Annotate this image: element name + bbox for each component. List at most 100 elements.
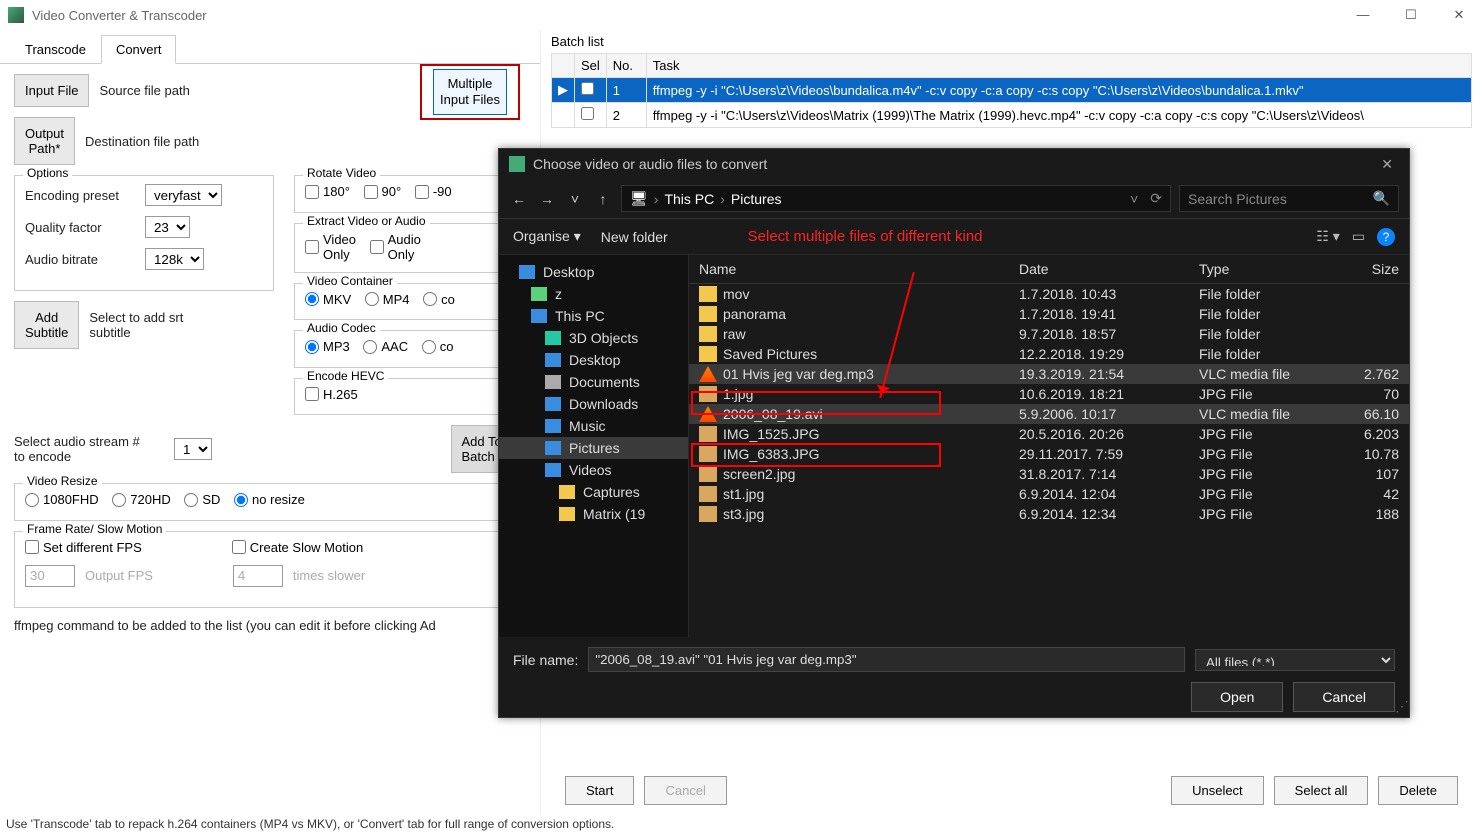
close-button[interactable]: ✕: [1444, 7, 1474, 23]
acodec-aac-radio[interactable]: AAC: [363, 339, 408, 354]
col-type[interactable]: Type: [1199, 261, 1339, 277]
nav-dropdown-icon[interactable]: ˅: [565, 191, 585, 207]
tree-item[interactable]: Desktop: [499, 349, 688, 371]
slow-input[interactable]: [233, 565, 283, 587]
input-file-button[interactable]: Input File: [14, 74, 89, 107]
file-row[interactable]: st1.jpg6.9.2014. 12:04JPG File42: [689, 484, 1409, 504]
batch-row[interactable]: 2ffmpeg -y -i "C:\Users\z\Videos\Matrix …: [552, 103, 1472, 128]
file-row[interactable]: panorama1.7.2018. 19:41File folder: [689, 304, 1409, 324]
search-icon: 🔍: [1373, 190, 1390, 207]
new-folder-button[interactable]: New folder: [601, 229, 668, 245]
col-date[interactable]: Date: [1019, 261, 1199, 277]
fps-input[interactable]: [25, 565, 75, 587]
file-row[interactable]: IMG_1525.JPG20.5.2016. 20:26JPG File6.20…: [689, 424, 1409, 444]
refresh-icon[interactable]: ⟳: [1150, 190, 1162, 207]
quality-select[interactable]: 23: [145, 216, 190, 238]
resize-none-radio[interactable]: no resize: [234, 492, 305, 507]
file-row[interactable]: 01 Hvis jeg var deg.mp319.3.2019. 21:54V…: [689, 364, 1409, 384]
file-row[interactable]: 2006_08_19.avi5.9.2006. 10:17VLC media f…: [689, 404, 1409, 424]
dialog-cancel-button[interactable]: Cancel: [1293, 682, 1395, 712]
container-mp4-radio[interactable]: MP4: [365, 292, 410, 307]
resize-grip-icon[interactable]: ⋰: [1395, 698, 1407, 715]
audio-bitrate-select[interactable]: 128k: [145, 248, 204, 270]
file-row[interactable]: st3.jpg6.9.2014. 12:34JPG File188: [689, 504, 1409, 524]
rotate-180-check[interactable]: 180°: [305, 184, 350, 199]
img-icon: [699, 386, 717, 402]
tree-item[interactable]: Captures: [499, 481, 688, 503]
bc-dropdown-icon[interactable]: ˅: [1130, 191, 1138, 207]
view-preview-icon[interactable]: ▭: [1352, 228, 1365, 246]
container-copy-radio[interactable]: co: [423, 292, 455, 307]
multiple-input-button[interactable]: Multiple Input Files: [433, 69, 507, 114]
maximize-button[interactable]: ☐: [1396, 7, 1426, 23]
file-row[interactable]: raw9.7.2018. 18:57File folder: [689, 324, 1409, 344]
filename-input[interactable]: [588, 647, 1185, 672]
audio-stream-select[interactable]: 1: [174, 438, 212, 460]
tree-item[interactable]: Matrix (19: [499, 503, 688, 525]
row-checkbox[interactable]: [581, 82, 594, 95]
file-row[interactable]: Saved Pictures12.2.2018. 19:29File folde…: [689, 344, 1409, 364]
start-button[interactable]: Start: [565, 776, 634, 805]
tree-item[interactable]: Music: [499, 415, 688, 437]
encoding-preset-select[interactable]: veryfast: [145, 184, 222, 206]
organise-menu[interactable]: Organise ▾: [513, 228, 581, 245]
cancel-button[interactable]: Cancel: [644, 776, 726, 805]
file-filter-select[interactable]: All files (*.*): [1195, 649, 1395, 671]
container-mkv-radio[interactable]: MKV: [305, 292, 351, 307]
delete-button[interactable]: Delete: [1378, 776, 1458, 805]
search-input[interactable]: Search Pictures 🔍: [1179, 185, 1399, 212]
file-row[interactable]: 1.jpg10.6.2019. 18:21JPG File70: [689, 384, 1409, 404]
folder-tree[interactable]: DesktopzThis PC3D ObjectsDesktopDocument…: [499, 255, 689, 637]
tree-item[interactable]: Downloads: [499, 393, 688, 415]
bc-pictures[interactable]: Pictures: [731, 191, 782, 207]
file-row[interactable]: screen2.jpg31.8.2017. 7:14JPG File107: [689, 464, 1409, 484]
tree-item[interactable]: Documents: [499, 371, 688, 393]
rotate-90-check[interactable]: 90°: [364, 184, 402, 199]
tab-convert[interactable]: Convert: [101, 35, 177, 64]
resize-720-radio[interactable]: 720HD: [112, 492, 170, 507]
img-icon: [699, 426, 717, 442]
view-list-icon[interactable]: ☷ ▾: [1316, 228, 1339, 246]
add-subtitle-button[interactable]: Add Subtitle: [14, 301, 79, 349]
file-row[interactable]: IMG_6383.JPG29.11.2017. 7:59JPG File10.7…: [689, 444, 1409, 464]
resize-sd-radio[interactable]: SD: [184, 492, 220, 507]
col-name[interactable]: Name: [699, 261, 1019, 277]
video-only-check[interactable]: Video Only: [305, 232, 356, 262]
pc-icon: [531, 309, 547, 323]
minimize-button[interactable]: —: [1348, 7, 1378, 23]
acodec-copy-radio[interactable]: co: [422, 339, 454, 354]
folder-icon: [699, 286, 717, 302]
tab-transcode[interactable]: Transcode: [10, 35, 101, 64]
tree-item[interactable]: z: [499, 283, 688, 305]
breadcrumb[interactable]: 🖥› This PC› Pictures ˅ ⟳: [621, 185, 1171, 212]
tree-item[interactable]: This PC: [499, 305, 688, 327]
file-row[interactable]: mov1.7.2018. 10:43File folder: [689, 284, 1409, 304]
dialog-close-button[interactable]: ✕: [1375, 156, 1399, 173]
tree-item[interactable]: Pictures: [499, 437, 688, 459]
col-size[interactable]: Size: [1339, 261, 1399, 277]
open-button[interactable]: Open: [1191, 682, 1283, 712]
rotate-m90-check[interactable]: -90: [415, 184, 452, 199]
acodec-group: Audio Codec MP3 AAC co: [294, 330, 526, 368]
batch-row[interactable]: ▶1ffmpeg -y -i "C:\Users\z\Videos\bundal…: [552, 78, 1472, 103]
nav-up-icon[interactable]: ↑: [593, 191, 613, 207]
select-all-button[interactable]: Select all: [1274, 776, 1369, 805]
unselect-button[interactable]: Unselect: [1171, 776, 1264, 805]
set-fps-check[interactable]: Set different FPS: [25, 540, 142, 555]
tree-item[interactable]: Desktop: [499, 261, 688, 283]
h265-check[interactable]: H.265: [305, 387, 358, 402]
help-icon[interactable]: ?: [1377, 228, 1395, 246]
row-checkbox[interactable]: [581, 107, 594, 120]
output-path-button[interactable]: Output Path*: [14, 117, 75, 165]
audio-only-check[interactable]: Audio Only: [370, 232, 421, 262]
bc-this-pc[interactable]: This PC: [664, 191, 714, 207]
nav-back-icon[interactable]: ←: [509, 191, 529, 207]
tree-item[interactable]: 3D Objects: [499, 327, 688, 349]
create-slow-check[interactable]: Create Slow Motion: [232, 540, 363, 555]
acodec-mp3-radio[interactable]: MP3: [305, 339, 350, 354]
resize-1080-radio[interactable]: 1080FHD: [25, 492, 99, 507]
tree-item[interactable]: Videos: [499, 459, 688, 481]
nav-fwd-icon[interactable]: →: [537, 191, 557, 207]
annotation-text: Select multiple files of different kind: [748, 228, 983, 245]
audio-bitrate-label: Audio bitrate: [25, 252, 135, 267]
